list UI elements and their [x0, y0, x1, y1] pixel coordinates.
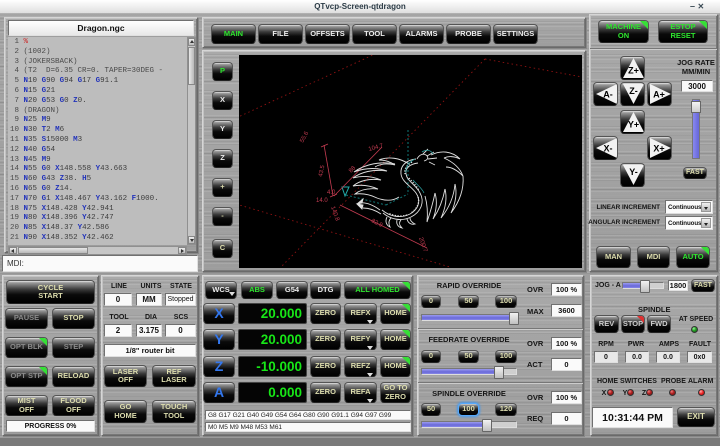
svg-text:14.0: 14.0 [316, 198, 328, 204]
svg-text:A+: A+ [653, 90, 665, 100]
svg-text:55.6: 55.6 [299, 130, 310, 144]
svg-text:4.0: 4.0 [327, 190, 336, 196]
svg-text:X-: X- [604, 144, 613, 154]
svg-text:Z+: Z+ [628, 66, 639, 76]
svg-text:140.8: 140.8 [329, 206, 340, 223]
svg-text:200.7: 200.7 [417, 237, 428, 254]
svg-text:43.5: 43.5 [318, 164, 326, 177]
svg-text:Y-: Y- [629, 167, 638, 177]
svg-text:A-: A- [603, 90, 613, 100]
svg-text:104.7: 104.7 [368, 143, 385, 153]
svg-text:82.9: 82.9 [370, 218, 384, 229]
svg-text:Y+: Y+ [628, 120, 639, 130]
svg-text:X+: X+ [653, 144, 664, 154]
svg-text:Z-: Z- [629, 86, 638, 96]
